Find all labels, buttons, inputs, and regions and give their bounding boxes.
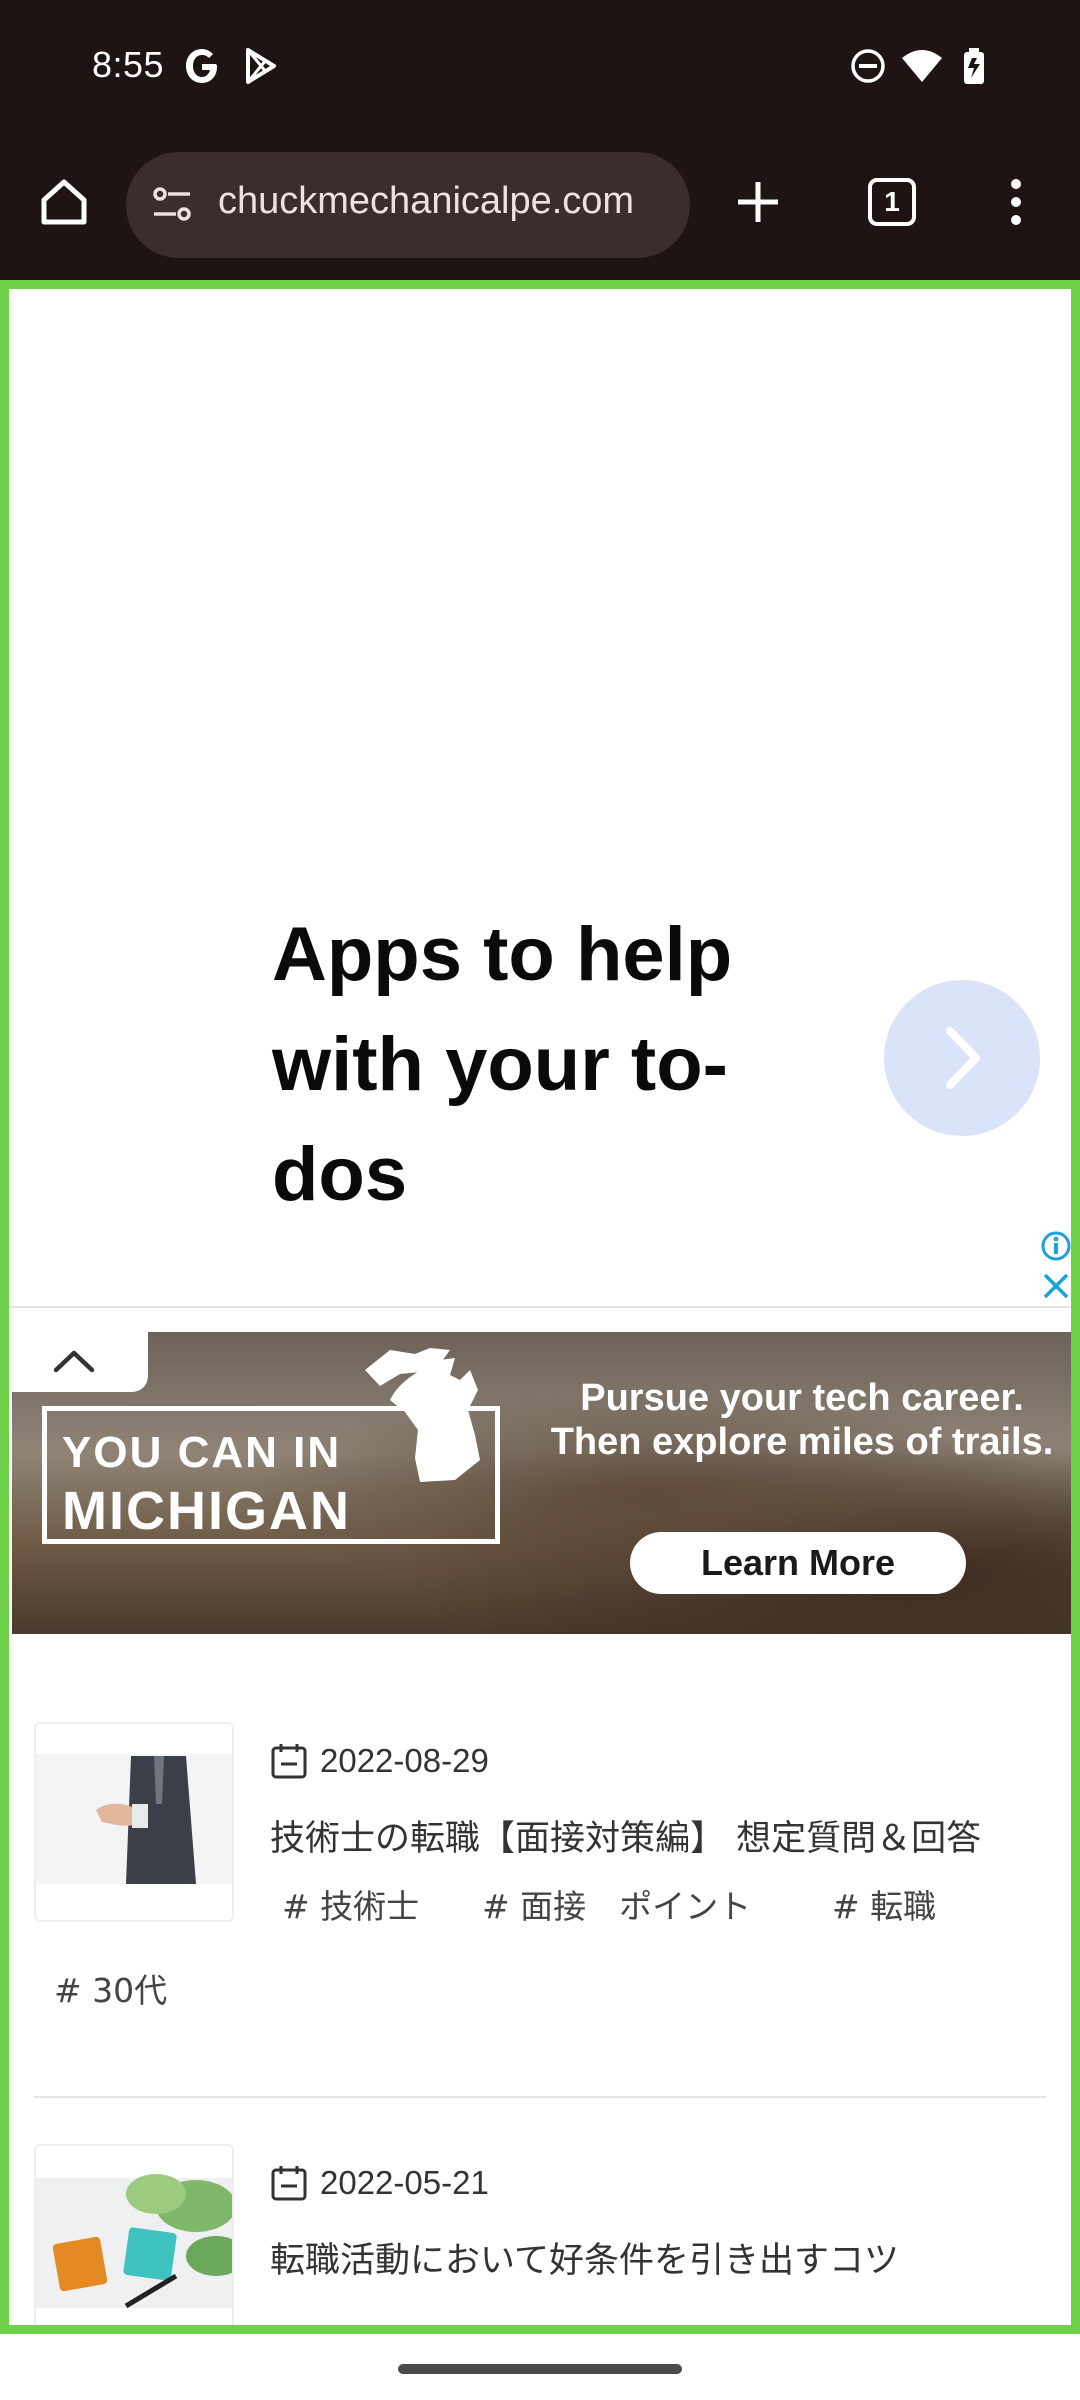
job-change-image (36, 2146, 232, 2334)
address-bar[interactable]: chuckmechanicalpe.com (126, 152, 690, 258)
handshake-image (36, 1724, 232, 1920)
post-item[interactable]: 2022-05-21 転職活動において好条件を引き出すコツ (34, 2144, 1046, 2334)
learn-more-button[interactable]: Learn More (630, 1532, 966, 1594)
gesture-nav-bar (0, 2334, 1080, 2400)
post-date: 2022-05-21 (270, 2164, 489, 2202)
ad-info-icon[interactable] (1040, 1230, 1072, 1262)
ad-headline[interactable]: Apps to help with your to-dos (272, 900, 792, 1230)
post-date-text: 2022-08-29 (320, 1742, 489, 1779)
chevron-right-icon (946, 1027, 980, 1089)
more-menu-icon (1011, 179, 1021, 225)
tab-count: 1 (884, 186, 900, 217)
ad-next-button[interactable] (884, 980, 1040, 1136)
tab-switcher-button[interactable]: 1 (856, 166, 928, 238)
ad-brand-line1: YOU CAN IN (62, 1428, 342, 1477)
post-thumbnail[interactable] (34, 1722, 234, 1922)
new-tab-icon (738, 182, 778, 222)
post-date-text: 2022-05-21 (320, 2164, 489, 2201)
do-not-disturb-icon (848, 46, 888, 86)
post-thumbnail[interactable] (34, 2144, 234, 2334)
web-viewport[interactable]: Apps to help with your to-dos YOU CAN IN… (0, 280, 1080, 2334)
ad-apps-to-dos[interactable]: Apps to help with your to-dos (0, 280, 1080, 1306)
ad-headline: Pursue your tech career. Then explore mi… (550, 1377, 1054, 1463)
home-icon (41, 179, 87, 225)
status-bar: 8:55 (0, 0, 1080, 136)
collapse-ad-button[interactable] (0, 1330, 148, 1392)
ad-brand-line2: MICHIGAN (62, 1481, 351, 1541)
post-date: 2022-08-29 (270, 1742, 489, 1780)
play-store-icon (240, 46, 280, 86)
calendar-icon (271, 2166, 307, 2201)
wifi-icon (900, 46, 942, 86)
post-item[interactable]: 2022-08-29 技術士の転職【面接対策編】 想定質問＆回答 # 技術士 #… (34, 1722, 1046, 2052)
post-tag[interactable]: # 転職 (832, 1880, 936, 1928)
gesture-handle[interactable] (398, 2364, 682, 2374)
post-title[interactable]: 転職活動において好条件を引き出すコツ (270, 2232, 899, 2283)
post-tag[interactable]: # 技術士 (282, 1880, 419, 1928)
site-settings-icon[interactable] (148, 180, 198, 235)
more-menu-button[interactable] (980, 166, 1052, 238)
google-g-icon (182, 46, 222, 86)
post-divider (34, 2096, 1046, 2098)
calendar-icon (271, 1744, 307, 1779)
home-button[interactable] (28, 166, 100, 238)
michigan-map-icon (365, 1348, 480, 1482)
ad-close-icon[interactable] (1040, 1270, 1072, 1302)
ad-michigan-banner[interactable]: YOU CAN IN MICHIGAN Pursue your tech car… (12, 1332, 1072, 1634)
chevron-up-icon (53, 1350, 95, 1373)
url-text[interactable]: chuckmechanicalpe.com (218, 180, 634, 223)
new-tab-button[interactable] (722, 166, 794, 238)
ad-divider (0, 1306, 1080, 1308)
post-title[interactable]: 技術士の転職【面接対策編】 想定質問＆回答 (270, 1810, 981, 1861)
battery-icon (956, 46, 996, 86)
tab-switcher-icon: 1 (868, 178, 916, 226)
post-tag[interactable]: # 面接 ポイント (482, 1880, 751, 1928)
post-tag[interactable]: # 30代 (54, 1964, 167, 2012)
browser-toolbar: chuckmechanicalpe.com 1 (0, 136, 1080, 280)
status-time: 8:55 (92, 44, 165, 85)
